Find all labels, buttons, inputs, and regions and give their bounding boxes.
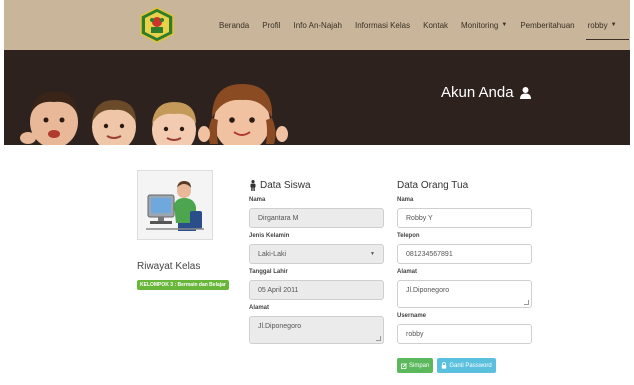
alamat-siswa-label: Alamat [249,305,270,311]
nav-pemberitahuan[interactable]: Pemberitahuan [520,0,574,50]
data-orang-tua-title: Data Orang Tua [397,179,469,191]
data-siswa-section: Data Siswa Nama Dirgantara M Jenis Kelam… [249,178,384,344]
data-orang-tua-section: Data Orang Tua Nama Robby Y Telepon 0812… [397,178,532,344]
avatar [137,170,213,240]
nav-label: Monitoring [461,20,499,30]
alamat-ortu-label: Alamat [397,269,418,275]
page-title: Akun Anda [441,84,532,101]
jenis-kelamin-select[interactable]: Laki-Laki ▼ [249,244,384,264]
tanggal-lahir-field[interactable]: 05 April 2011 [249,280,384,300]
nav-label: Beranda [219,20,250,30]
nav-info-an-najah[interactable]: Info An-Najah [293,0,341,50]
lock-icon [442,362,447,369]
nav-kontak[interactable]: Kontak [423,0,448,50]
alamat-ortu-textarea[interactable]: Jl.Diponegoro [397,280,532,308]
main-content: Riwayat Kelas KELOMPOK 3 : Bermain dan B… [4,145,630,385]
male-icon [250,179,256,191]
nama-ortu-input[interactable]: Robby Y [397,208,532,228]
jenis-kelamin-value: Laki-Laki [258,250,287,258]
riwayat-kelas-heading: Riwayat Kelas [137,261,201,272]
nama-siswa-label: Nama [249,197,266,203]
data-siswa-title: Data Siswa [260,179,311,191]
hero-banner: Akun Anda [4,50,630,145]
school-logo[interactable] [139,7,175,43]
user-icon [519,87,531,99]
ganti-password-label: Ganti Password [449,362,492,369]
nav-beranda[interactable]: Beranda [219,0,249,50]
nav-user-dropdown[interactable]: robby ▼ [585,0,629,50]
simpan-label: Simpan [409,362,430,369]
ganti-password-button[interactable]: Ganti Password [437,358,496,373]
nav-label: Info An-Najah [293,20,342,30]
caret-down-icon: ▼ [610,22,617,28]
nav-menu: Beranda Profil Info An-Najah Informasi K… [219,0,630,50]
navbar: Beranda Profil Info An-Najah Informasi K… [4,0,630,50]
nav-profil[interactable]: Profil [262,0,280,50]
nama-ortu-label: Nama [397,197,414,203]
nama-siswa-field[interactable]: Dirgantara M [249,208,384,228]
app-frame: Beranda Profil Info An-Najah Informasi K… [4,0,630,385]
nav-label: Pemberitahuan [520,20,575,30]
username-input[interactable]: robby [397,324,532,344]
alamat-siswa-textarea[interactable]: Jl.Diponegoro [249,316,384,344]
select-arrow-icon: ▼ [370,251,375,257]
username-label: Username [397,313,427,319]
computer-user-illustration-icon [138,171,212,239]
jenis-kelamin-label: Jenis Kelamin [249,233,290,239]
caret-down-icon: ▼ [501,22,508,28]
nav-label: Informasi Kelas [354,20,411,30]
telepon-input[interactable]: 081234567891 [397,244,532,264]
page-title-text: Akun Anda [441,84,514,101]
telepon-label: Telepon [397,233,420,239]
kelompok-badge: KELOMPOK 3 : Bermain dan Belajar [137,280,229,290]
nav-label: robby [587,20,608,30]
nav-informasi-kelas[interactable]: Informasi Kelas [355,0,410,50]
nav-label: Profil [262,20,281,30]
children-banner-image [20,84,288,145]
edit-icon [401,362,407,369]
nav-monitoring-dropdown[interactable]: Monitoring ▼ [461,0,507,50]
data-siswa-heading: Data Siswa [249,178,384,192]
form-actions: Simpan Ganti Password [397,358,496,373]
data-orang-tua-heading: Data Orang Tua [397,178,532,192]
simpan-button[interactable]: Simpan [397,358,434,373]
tanggal-lahir-label: Tanggal Lahir [249,269,288,275]
nav-label: Kontak [423,20,449,30]
